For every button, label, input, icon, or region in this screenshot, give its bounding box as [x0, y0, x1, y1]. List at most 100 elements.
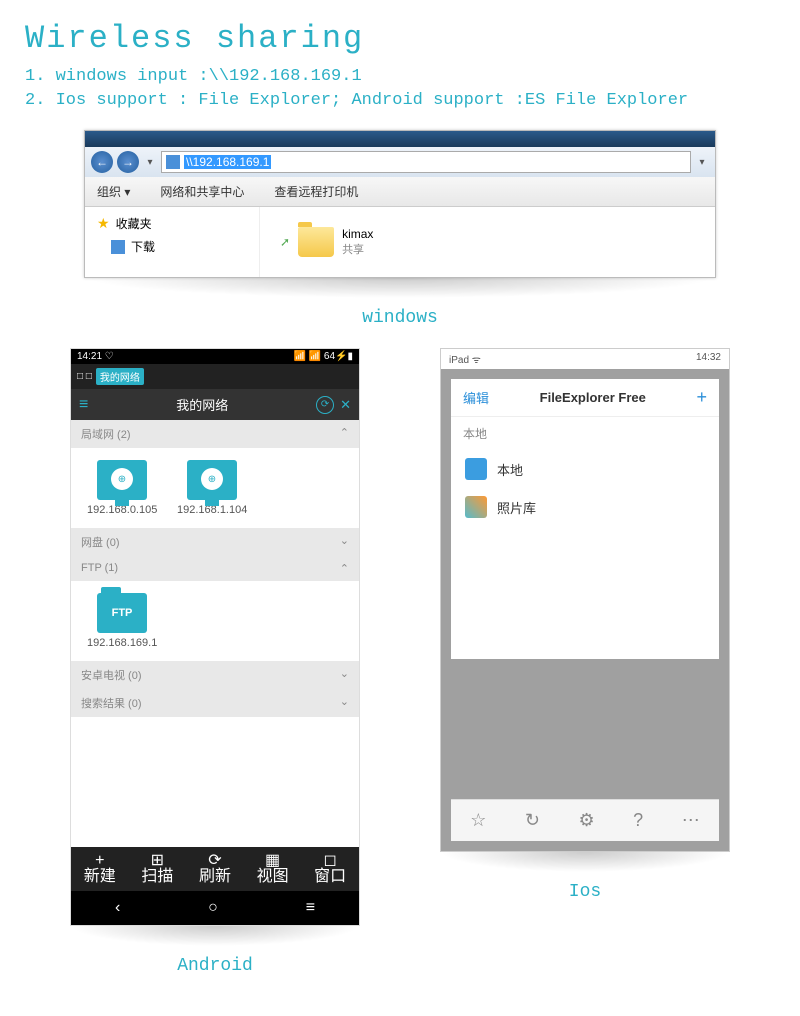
android-nav-bar: ‹ ○ ≡	[71, 891, 359, 925]
app-header: ≡ 我的网络 ⟳ ✕	[71, 389, 359, 420]
app-title: 我的网络	[176, 395, 228, 414]
scan-button[interactable]: ⊞扫描	[141, 853, 173, 885]
chevron-up-icon: ⌃	[340, 426, 349, 442]
search-section-header[interactable]: 搜索结果 (0) ⌄	[71, 689, 359, 717]
chevron-down-icon: ⌄	[340, 667, 349, 683]
downloads-label: 下载	[131, 238, 155, 255]
history-icon[interactable]: ↻	[525, 810, 540, 831]
star-icon: ★	[97, 215, 110, 232]
folder-label[interactable]: kimax 共享	[342, 227, 373, 257]
photo-row[interactable]: 照片库	[451, 488, 719, 526]
android-url-bar: □ □ 我的网络	[71, 364, 359, 389]
page-title: Wireless sharing	[25, 20, 775, 57]
folder-icon[interactable]	[298, 227, 334, 257]
help-icon[interactable]: ?	[633, 810, 643, 831]
favorites-item[interactable]: ★ 收藏夹	[97, 215, 247, 232]
history-dropdown-icon[interactable]: ▾	[143, 157, 157, 168]
back-nav-icon[interactable]: ‹	[115, 899, 120, 917]
refresh-button[interactable]: ⟳刷新	[199, 853, 231, 885]
folder-sub: 共享	[342, 244, 364, 256]
download-icon	[111, 240, 125, 254]
star-icon[interactable]: ☆	[470, 810, 486, 831]
address-value: \\192.168.169.1	[184, 155, 271, 169]
ftp-folder-icon: FTP	[97, 593, 147, 633]
net-label: 网盘 (0)	[81, 534, 120, 550]
chevron-down-icon: ⌄	[340, 534, 349, 550]
address-field[interactable]: \\192.168.169.1	[161, 151, 691, 173]
folder-name: kimax	[342, 227, 373, 241]
computer-icon: ⊕	[187, 460, 237, 500]
windows-toolbar: 组织 ▾ 网络和共享中心 查看远程打印机	[85, 177, 715, 207]
ios-app-panel: 编辑 FileExplorer Free + 本地 本地 照片库	[451, 379, 719, 659]
ios-screenshot: iPad ᯤ 14:32 编辑 FileExplorer Free + 本地 本…	[440, 348, 730, 996]
url-chip[interactable]: 我的网络	[96, 368, 144, 385]
net-section-header[interactable]: 网盘 (0) ⌄	[71, 528, 359, 556]
lan-section-header[interactable]: 局域网 (2) ⌃	[71, 420, 359, 448]
refresh-icon[interactable]: ⟳	[316, 396, 334, 414]
address-bar: ← → ▾ \\192.168.169.1 ▾	[85, 147, 715, 177]
favorites-label: 收藏夹	[116, 215, 152, 232]
tv-section-header[interactable]: 安卓电视 (0)⌄	[71, 661, 359, 689]
android-screenshot: 14:21 ♡ 📶 📶 64⚡▮ □ □ 我的网络 ≡ 我的网络 ⟳ ✕ 局域网 …	[70, 348, 360, 996]
photo-icon	[465, 496, 487, 518]
back-button[interactable]: ←	[91, 151, 113, 173]
ftp-device[interactable]: FTP 192.168.169.1	[87, 593, 157, 649]
local-row[interactable]: 本地	[451, 450, 719, 488]
new-button[interactable]: +新建	[84, 853, 116, 885]
ftp-devices: FTP 192.168.169.1	[71, 581, 359, 661]
blank-area	[71, 717, 359, 847]
android-caption: Android	[70, 956, 360, 976]
ftp-ip: 192.168.169.1	[87, 637, 157, 649]
ftp-section-header[interactable]: FTP (1) ⌃	[71, 556, 359, 581]
downloads-item[interactable]: 下载	[97, 238, 247, 255]
refresh-icon: ⟳	[199, 853, 231, 869]
local-section-label: 本地	[451, 417, 719, 450]
ftp-label: FTP (1)	[81, 562, 118, 575]
ipad-label: iPad ᯤ	[449, 352, 481, 366]
edit-button[interactable]: 编辑	[463, 388, 489, 407]
lan-label: 局域网 (2)	[81, 426, 131, 442]
window-icon: ◻	[314, 853, 346, 869]
windows-screenshot: ← → ▾ \\192.168.169.1 ▾ 组织 ▾ 网络和共享中心 查看远…	[84, 130, 716, 278]
remote-printer-link[interactable]: 查看远程打印机	[274, 183, 358, 200]
scan-icon: ⊞	[141, 853, 173, 869]
instruction-2: 2. Ios support : File Explorer; Android …	[25, 91, 775, 110]
bottom-toolbar: +新建 ⊞扫描 ⟳刷新 ▦视图 ◻窗口	[71, 847, 359, 891]
windows-sidebar: ★ 收藏夹 下载	[85, 207, 260, 277]
view-button[interactable]: ▦视图	[257, 853, 289, 885]
shadow-decor	[70, 926, 360, 946]
address-dropdown-icon[interactable]: ▾	[695, 157, 709, 168]
settings-icon[interactable]: ⚙	[579, 810, 595, 831]
android-status-bar: 14:21 ♡ 📶 📶 64⚡▮	[71, 349, 359, 364]
grid-icon: ▦	[257, 853, 289, 869]
organize-menu[interactable]: 组织 ▾	[97, 183, 130, 200]
tabs-indicator[interactable]: □ □	[77, 371, 92, 382]
window-button[interactable]: ◻窗口	[314, 853, 346, 885]
ios-nav-header: 编辑 FileExplorer Free +	[451, 379, 719, 417]
status-time: 14:21 ♡	[77, 351, 114, 362]
menu-nav-icon[interactable]: ≡	[306, 899, 315, 917]
chevron-down-icon: ⌄	[340, 695, 349, 711]
device-1[interactable]: ⊕ 192.168.0.105	[87, 460, 157, 516]
chevron-up-icon: ⌃	[340, 562, 349, 575]
shadow-decor	[440, 852, 730, 872]
forward-button[interactable]: →	[117, 151, 139, 173]
network-icon	[166, 155, 180, 169]
photo-label: 照片库	[497, 498, 536, 517]
network-center-link[interactable]: 网络和共享中心	[160, 183, 244, 200]
computer-icon: ⊕	[97, 460, 147, 500]
instruction-1: 1. windows input :\\192.168.169.1	[25, 67, 775, 86]
windows-titlebar	[85, 131, 715, 147]
ios-caption: Ios	[440, 882, 730, 902]
device-2[interactable]: ⊕ 192.168.1.104	[177, 460, 247, 516]
close-icon[interactable]: ✕	[340, 397, 351, 413]
device-icon	[465, 458, 487, 480]
home-nav-icon[interactable]: ○	[208, 899, 218, 917]
status-battery: 📶 📶 64⚡▮	[293, 351, 353, 362]
menu-icon[interactable]: ≡	[79, 396, 88, 414]
add-button[interactable]: +	[696, 387, 707, 408]
local-label: 本地	[497, 460, 523, 479]
more-icon[interactable]: ⋯	[682, 810, 700, 831]
ios-time: 14:32	[696, 352, 721, 366]
search-label: 搜索结果 (0)	[81, 695, 142, 711]
